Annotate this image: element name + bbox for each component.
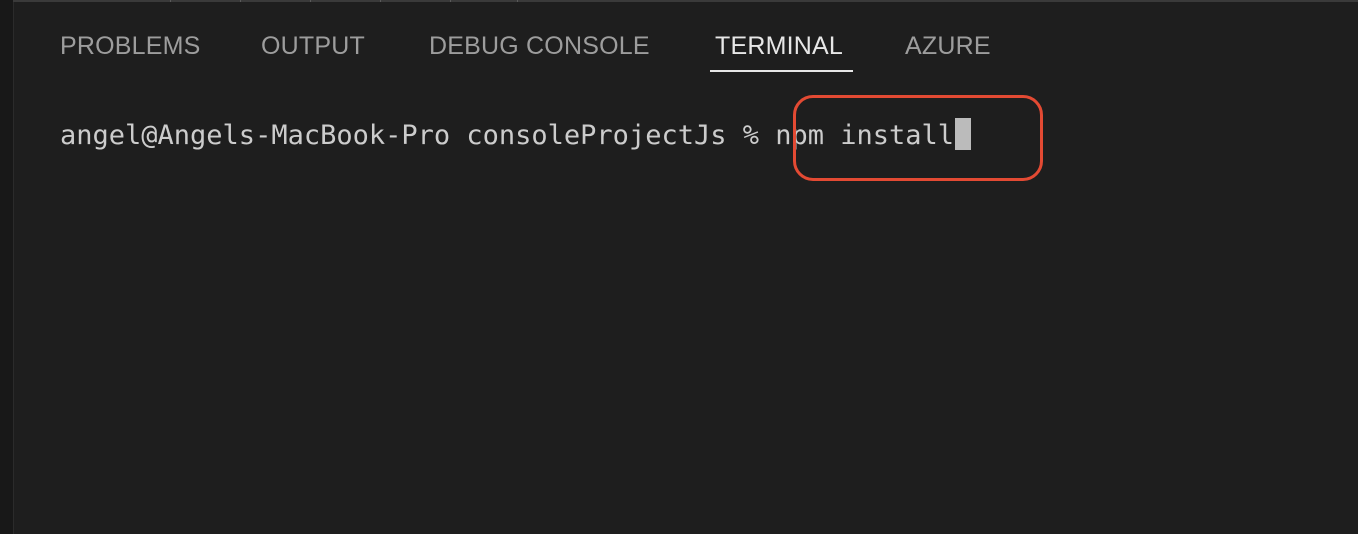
tab-azure[interactable]: AZURE <box>905 28 991 74</box>
active-tab-indicator <box>710 70 853 72</box>
panel-tab-bar: PROBLEMS OUTPUT DEBUG CONSOLE TERMINAL A… <box>0 0 1358 80</box>
vscode-panel: PROBLEMS OUTPUT DEBUG CONSOLE TERMINAL A… <box>0 0 1358 534</box>
tab-problems[interactable]: PROBLEMS <box>60 28 201 74</box>
terminal-prompt: angel@Angels-MacBook-Pro consoleProjectJ… <box>60 120 776 151</box>
tab-output[interactable]: OUTPUT <box>261 28 365 74</box>
terminal-area[interactable]: angel@Angels-MacBook-Pro consoleProjectJ… <box>0 80 1358 534</box>
tab-terminal[interactable]: TERMINAL <box>715 28 843 74</box>
tab-debug-console[interactable]: DEBUG CONSOLE <box>429 28 650 74</box>
command-highlight-box <box>793 95 1043 181</box>
